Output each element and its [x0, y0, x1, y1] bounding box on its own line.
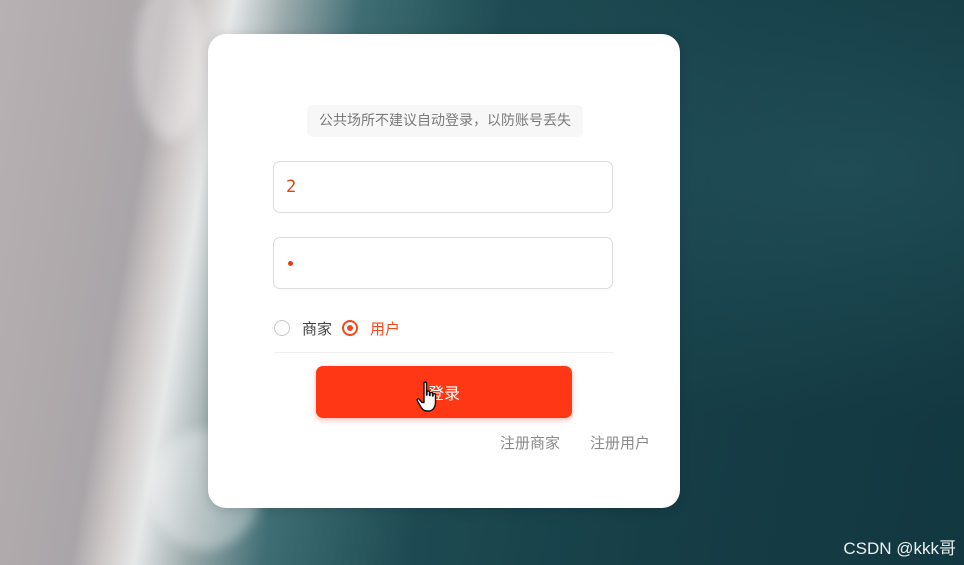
hand-pointer-icon: [416, 381, 437, 412]
login-button[interactable]: 登录: [316, 366, 572, 418]
username-value: 2: [286, 177, 297, 197]
security-tip: 公共场所不建议自动登录，以防账号丢失: [307, 105, 583, 137]
username-input[interactable]: 2: [273, 161, 613, 213]
radio-merchant[interactable]: [274, 320, 290, 336]
role-selector: 商家 用户: [274, 316, 410, 340]
register-merchant-link[interactable]: 注册商家: [500, 432, 560, 453]
role-label-user[interactable]: 用户: [370, 318, 400, 339]
radio-user[interactable]: [342, 320, 359, 336]
register-user-link[interactable]: 注册用户: [590, 432, 650, 453]
role-label-merchant[interactable]: 商家: [302, 318, 332, 339]
password-mask-dot: [288, 260, 293, 266]
watermark: CSDN @kkk哥: [843, 539, 956, 558]
password-input[interactable]: [273, 237, 613, 289]
divider: [274, 352, 614, 353]
